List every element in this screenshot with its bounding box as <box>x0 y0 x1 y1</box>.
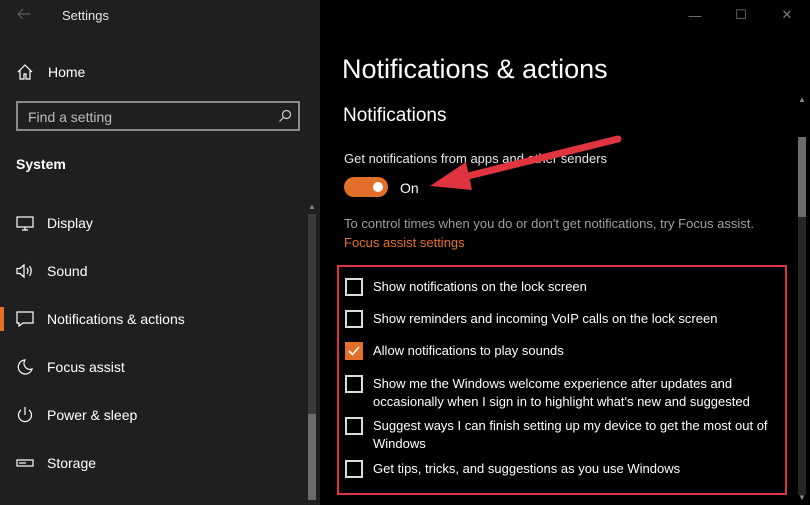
checkbox-row-voip-lock-screen[interactable]: Show reminders and incoming VoIP calls o… <box>345 310 785 328</box>
sidebar-item-label: Storage <box>47 455 97 471</box>
scroll-down-icon[interactable]: ▼ <box>798 493 806 502</box>
checkbox-row-lock-screen[interactable]: Show notifications on the lock screen <box>345 278 785 296</box>
sidebar-item-focus-assist[interactable]: Focus assist <box>0 343 304 391</box>
close-icon: ✕ <box>781 7 793 22</box>
power-icon <box>16 406 34 424</box>
scrollbar-track[interactable] <box>798 217 806 495</box>
main-scrollbar[interactable]: ▲ ▼ <box>794 95 810 505</box>
section-heading: System <box>16 156 66 172</box>
sidebar-item-power-sleep[interactable]: Power & sleep <box>0 391 304 439</box>
home-nav-item[interactable]: Home <box>16 60 306 84</box>
checkbox-label: Suggest ways I can finish setting up my … <box>373 418 768 451</box>
scrollbar-track[interactable] <box>308 214 316 414</box>
checkbox-checked[interactable] <box>345 342 363 360</box>
titlebar-left: Settings <box>0 0 320 30</box>
window-controls: — ☐ ✕ <box>672 0 810 30</box>
home-icon <box>16 63 34 81</box>
search-input[interactable] <box>26 106 270 128</box>
toggle-description: Get notifications from apps and other se… <box>344 151 608 166</box>
checkbox[interactable] <box>345 375 363 393</box>
section-title: Notifications <box>343 105 447 126</box>
page-title: Notifications & actions <box>342 54 608 84</box>
checkbox-row-finish-setup[interactable]: Suggest ways I can finish setting up my … <box>345 417 785 453</box>
sidebar-item-storage[interactable]: Storage <box>0 439 304 487</box>
search-icon[interactable] <box>278 109 292 123</box>
checkbox-label: Show notifications on the lock screen <box>373 279 587 294</box>
checkbox[interactable] <box>345 310 363 328</box>
scroll-up-icon[interactable]: ▲ <box>798 95 806 104</box>
minimize-button[interactable]: — <box>672 0 718 30</box>
back-button[interactable] <box>16 6 34 24</box>
checkbox[interactable] <box>345 460 363 478</box>
checkbox[interactable] <box>345 278 363 296</box>
close-button[interactable]: ✕ <box>764 0 810 30</box>
checkbox-label: Show me the Windows welcome experience a… <box>373 376 750 409</box>
checkbox-label: Allow notifications to play sounds <box>373 343 564 358</box>
focus-assist-settings-link[interactable]: Focus assist settings <box>344 235 465 250</box>
sidebar-item-label: Sound <box>47 263 88 279</box>
main-content: — ☐ ✕ Notifications & actions Notificati… <box>320 0 810 505</box>
sidebar-item-label: Notifications & actions <box>47 311 185 327</box>
speaker-icon <box>16 262 34 280</box>
checkbox-label: Get tips, tricks, and suggestions as you… <box>373 461 681 476</box>
sidebar-item-label: Display <box>47 215 93 231</box>
minimize-icon: — <box>688 7 702 23</box>
toggle-state-label: On <box>400 180 419 196</box>
sidebar: Settings Home System Displa <box>0 0 320 505</box>
sidebar-item-label: Power & sleep <box>47 407 138 423</box>
sidebar-item-sound[interactable]: Sound <box>0 247 304 295</box>
sidebar-scrollbar[interactable]: ▲ <box>304 200 320 505</box>
notification-icon <box>16 310 34 328</box>
search-box[interactable] <box>16 101 300 131</box>
scrollbar-thumb[interactable] <box>798 137 806 217</box>
maximize-icon: ☐ <box>735 7 747 22</box>
scrollbar-thumb[interactable] <box>308 414 316 500</box>
notification-options-highlight: Show notifications on the lock screen Sh… <box>337 265 787 495</box>
checkbox-row-welcome-experience[interactable]: Show me the Windows welcome experience a… <box>345 375 785 411</box>
checkbox-row-play-sounds[interactable]: Allow notifications to play sounds <box>345 342 785 360</box>
checkmark-icon <box>348 346 360 356</box>
back-arrow-icon <box>17 8 30 20</box>
checkbox-label: Show reminders and incoming VoIP calls o… <box>373 311 718 326</box>
scroll-up-icon[interactable]: ▲ <box>308 202 316 211</box>
toggle-knob <box>373 182 383 192</box>
display-icon <box>16 214 34 232</box>
sidebar-item-display[interactable]: Display <box>0 199 304 247</box>
home-label: Home <box>48 64 86 80</box>
notifications-toggle[interactable] <box>344 177 388 197</box>
maximize-button[interactable]: ☐ <box>718 0 764 30</box>
storage-icon <box>16 454 34 472</box>
app-title: Settings <box>62 8 109 23</box>
sidebar-nav: Display Sound Notifications & actions Fo… <box>0 199 304 487</box>
checkbox-row-tips[interactable]: Get tips, tricks, and suggestions as you… <box>345 460 785 478</box>
checkbox[interactable] <box>345 417 363 435</box>
focus-assist-info: To control times when you do or don't ge… <box>344 216 755 231</box>
sidebar-item-label: Focus assist <box>47 359 125 375</box>
sidebar-item-notifications[interactable]: Notifications & actions <box>0 295 304 343</box>
moon-icon <box>16 358 34 376</box>
